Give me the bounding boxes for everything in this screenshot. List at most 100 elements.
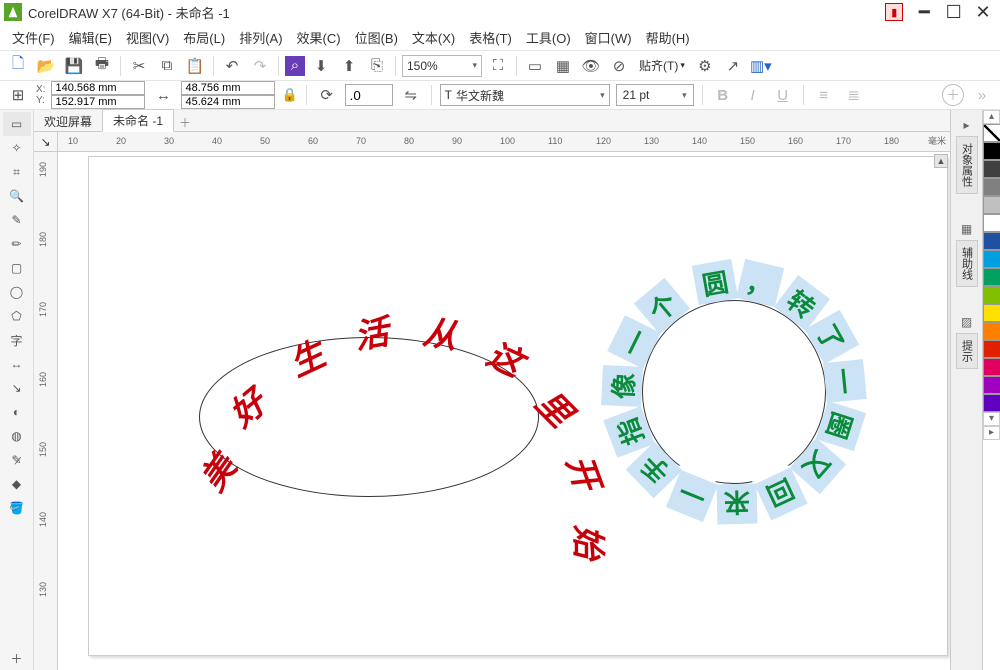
add-property-icon[interactable]: ＋	[942, 84, 964, 106]
menu-table[interactable]: 表格(T)	[463, 26, 518, 49]
menu-edit[interactable]: 编辑(E)	[63, 26, 118, 49]
docker-hints[interactable]: 提示	[956, 333, 978, 369]
pos-y-input[interactable]	[51, 95, 145, 109]
color-swatch[interactable]	[983, 286, 1000, 304]
color-swatch[interactable]	[983, 322, 1000, 340]
redo-icon[interactable]: ↷	[248, 54, 272, 78]
minimize-button[interactable]: ━	[911, 2, 937, 22]
quick-customize-icon[interactable]: ＋	[3, 646, 31, 670]
bullet-list-icon[interactable]: ≣	[842, 83, 866, 107]
tab-welcome[interactable]: 欢迎屏幕	[34, 111, 102, 132]
eyedropper-icon[interactable]: ✎̷	[3, 448, 31, 472]
polygon-tool-icon[interactable]: ⬠	[3, 304, 31, 328]
docker-toggle-icon[interactable]: ▸	[951, 114, 982, 136]
color-swatch[interactable]	[983, 376, 1000, 394]
fullscreen-icon[interactable]: ⛶	[486, 54, 510, 78]
menu-tools[interactable]: 工具(O)	[520, 26, 577, 49]
pick-tool-icon[interactable]: ▭	[3, 112, 31, 136]
mirror-h-icon[interactable]: ⇋	[399, 83, 423, 107]
ruler-vertical[interactable]: 190180170160150140130	[34, 152, 58, 670]
menu-layout[interactable]: 布局(L)	[177, 26, 231, 49]
show-guides-icon[interactable]: 👁	[579, 54, 603, 78]
publish-pdf-icon[interactable]: ⎘	[365, 54, 389, 78]
color-swatch[interactable]	[983, 214, 1000, 232]
width-input[interactable]	[181, 81, 275, 95]
color-swatch[interactable]	[983, 160, 1000, 178]
maximize-button[interactable]: ☐	[941, 2, 967, 22]
menu-bitmaps[interactable]: 位图(B)	[349, 26, 404, 49]
scroll-up-icon[interactable]: ▲	[934, 154, 948, 168]
menu-effects[interactable]: 效果(C)	[291, 26, 347, 49]
options-icon[interactable]: ⚙	[693, 54, 717, 78]
ellipse-tool-icon[interactable]: ◯	[3, 280, 31, 304]
menu-file[interactable]: 文件(F)	[6, 26, 61, 49]
open-icon[interactable]: 📂	[34, 54, 58, 78]
color-swatch[interactable]	[983, 178, 1000, 196]
docker-texture-icon[interactable]: ▨	[951, 311, 982, 333]
color-swatch[interactable]	[983, 340, 1000, 358]
connector-tool-icon[interactable]: ↘	[3, 376, 31, 400]
artistic-media-icon[interactable]: ✏	[3, 232, 31, 256]
height-input[interactable]	[181, 95, 275, 109]
menu-view[interactable]: 视图(V)	[120, 26, 175, 49]
artistic-text-circle[interactable]: 圆，转了一圈又回来一手指像一个	[604, 262, 864, 522]
tab-document[interactable]: 未命名 -1	[102, 109, 174, 132]
search-content-icon[interactable]: ⌕	[285, 56, 305, 76]
font-family-select[interactable]: T 华文新魏 ▾	[440, 84, 610, 106]
paste-icon[interactable]: 📋	[183, 54, 207, 78]
menu-window[interactable]: 窗口(W)	[579, 26, 638, 49]
expand-property-icon[interactable]: »	[970, 83, 994, 107]
color-swatch[interactable]	[983, 304, 1000, 322]
snap-off-icon[interactable]: ⊘	[607, 54, 631, 78]
rotation-input[interactable]	[345, 84, 393, 106]
smart-fill-icon[interactable]: 🪣	[3, 496, 31, 520]
undo-icon[interactable]: ↶	[220, 54, 244, 78]
menu-arrange[interactable]: 排列(A)	[233, 26, 288, 49]
artistic-text-red[interactable]: 美好生活从这里开始	[179, 297, 559, 467]
launch-icon[interactable]: ↗	[721, 54, 745, 78]
underline-icon[interactable]: U	[771, 83, 795, 107]
text-align-icon[interactable]: ≡	[812, 83, 836, 107]
tab-add-icon[interactable]: ＋	[176, 113, 194, 131]
bold-icon[interactable]: B	[711, 83, 735, 107]
save-icon[interactable]: 💾	[62, 54, 86, 78]
export-icon[interactable]: ⬆	[337, 54, 361, 78]
show-rulers-icon[interactable]: ▭	[523, 54, 547, 78]
docker-guidelines[interactable]: 辅助线	[956, 240, 978, 287]
crop-tool-icon[interactable]: ⌗	[3, 160, 31, 184]
pos-x-input[interactable]	[51, 81, 145, 95]
cut-icon[interactable]: ✂	[127, 54, 151, 78]
print-icon[interactable]: 🖶	[90, 54, 114, 78]
color-swatch[interactable]	[983, 394, 1000, 412]
docker-pattern-icon[interactable]: ▦	[951, 218, 982, 240]
font-size-select[interactable]: 21 pt▾	[616, 84, 694, 106]
italic-icon[interactable]: I	[741, 83, 765, 107]
color-swatch[interactable]	[983, 268, 1000, 286]
shape-tool-icon[interactable]: ✧	[3, 136, 31, 160]
import-icon[interactable]: ⬇	[309, 54, 333, 78]
app-launcher-icon[interactable]: ▥▾	[749, 54, 773, 78]
close-button[interactable]: ✕	[970, 2, 996, 22]
text-tool-icon[interactable]: 字	[3, 328, 31, 352]
color-swatch[interactable]	[983, 232, 1000, 250]
menu-help[interactable]: 帮助(H)	[640, 26, 696, 49]
show-grid-icon[interactable]: ▦	[551, 54, 575, 78]
menu-text[interactable]: 文本(X)	[406, 26, 461, 49]
canvas[interactable]: 美好生活从这里开始 圆，转了一圈又回来一手指像一个 ▲	[58, 152, 950, 670]
zoom-tool-icon[interactable]: 🔍	[3, 184, 31, 208]
transparency-icon[interactable]: ◍	[3, 424, 31, 448]
color-swatch[interactable]	[983, 142, 1000, 160]
interactive-fill-icon[interactable]: ◆	[3, 472, 31, 496]
parallel-dim-icon[interactable]: ↔	[3, 352, 31, 376]
color-swatch[interactable]	[983, 358, 1000, 376]
palette-up-icon[interactable]: ▴	[983, 110, 1000, 124]
color-swatch[interactable]	[983, 196, 1000, 214]
color-swatch[interactable]	[983, 124, 1000, 142]
copy-icon[interactable]: ⧉	[155, 54, 179, 78]
freehand-tool-icon[interactable]: ✎	[3, 208, 31, 232]
rectangle-tool-icon[interactable]: ▢	[3, 256, 31, 280]
palette-flyout-icon[interactable]: ▸	[983, 426, 1000, 440]
ruler-horizontal[interactable]: 毫米 1020304050607080901001101201301401501…	[58, 132, 950, 152]
color-swatch[interactable]	[983, 250, 1000, 268]
docker-object-properties[interactable]: 对象属性	[956, 136, 978, 194]
